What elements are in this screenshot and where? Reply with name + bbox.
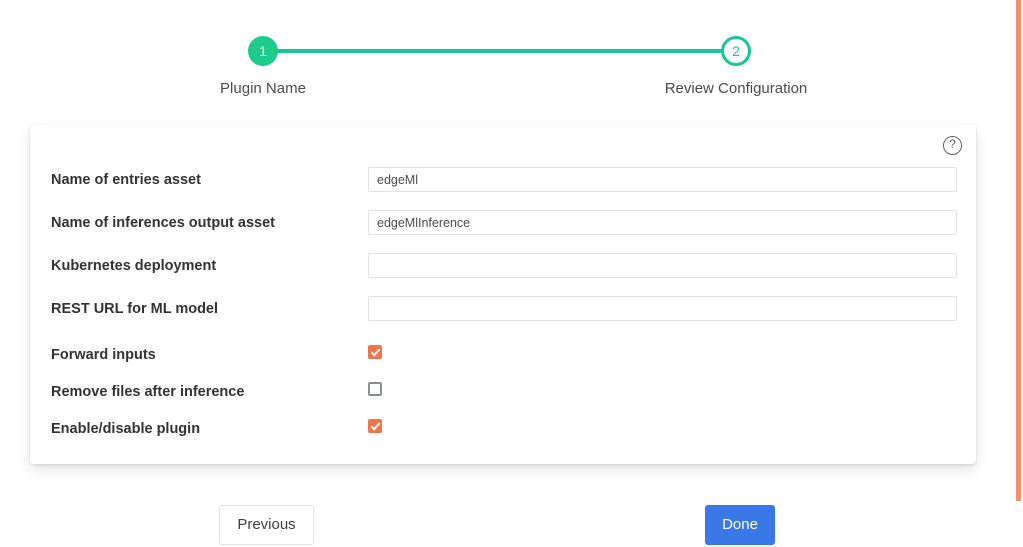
stepper-step-review-configuration[interactable]: 2 Review Configuration bbox=[656, 36, 816, 97]
stepper-step-plugin-name[interactable]: 1 Plugin Name bbox=[183, 36, 343, 97]
field-inferences-output-asset bbox=[368, 210, 957, 235]
previous-button[interactable]: Previous bbox=[219, 505, 314, 545]
field-kubernetes-deployment bbox=[368, 253, 957, 278]
stepper-step-1-label: Plugin Name bbox=[183, 80, 343, 97]
label-enable-disable-plugin: Enable/disable plugin bbox=[51, 421, 200, 437]
form-row-rest-url: REST URL for ML model bbox=[30, 287, 976, 330]
checkbox-enable-disable-plugin[interactable] bbox=[368, 419, 382, 433]
input-rest-url[interactable] bbox=[368, 296, 957, 321]
stepper-step-2-circle[interactable]: 2 bbox=[721, 36, 751, 66]
configuration-card: ? Name of entries asset Name of inferenc… bbox=[30, 125, 976, 464]
form-row-enable-disable-plugin: Enable/disable plugin bbox=[30, 407, 976, 450]
label-rest-url: REST URL for ML model bbox=[51, 301, 218, 317]
form-row-kubernetes-deployment: Kubernetes deployment bbox=[30, 244, 976, 287]
form-row-inferences-output-asset: Name of inferences output asset bbox=[30, 201, 976, 244]
input-entries-asset[interactable] bbox=[368, 167, 957, 192]
field-forward-inputs bbox=[368, 345, 957, 364]
label-kubernetes-deployment: Kubernetes deployment bbox=[51, 258, 216, 274]
field-enable-disable-plugin bbox=[368, 419, 957, 438]
input-inferences-output-asset[interactable] bbox=[368, 210, 957, 235]
page-scrollbar-thumb[interactable] bbox=[1016, 0, 1021, 501]
field-remove-files-after-inference bbox=[368, 382, 957, 401]
help-icon[interactable]: ? bbox=[943, 136, 962, 155]
checkbox-remove-files-after-inference[interactable] bbox=[368, 382, 382, 396]
field-rest-url bbox=[368, 296, 957, 321]
form-row-entries-asset: Name of entries asset bbox=[30, 158, 976, 201]
input-kubernetes-deployment[interactable] bbox=[368, 253, 957, 278]
label-forward-inputs: Forward inputs bbox=[51, 347, 156, 363]
checkbox-forward-inputs[interactable] bbox=[368, 345, 382, 359]
wizard-footer: Previous Done bbox=[0, 505, 1000, 547]
stepper-step-2-label: Review Configuration bbox=[656, 80, 816, 97]
label-entries-asset: Name of entries asset bbox=[51, 172, 201, 188]
done-button[interactable]: Done bbox=[705, 505, 775, 545]
label-inferences-output-asset: Name of inferences output asset bbox=[51, 215, 275, 231]
field-entries-asset bbox=[368, 167, 957, 192]
wizard-stepper: 1 Plugin Name 2 Review Configuration bbox=[0, 0, 1000, 110]
stepper-step-1-circle[interactable]: 1 bbox=[248, 36, 278, 66]
page-scrollbar-track[interactable] bbox=[1014, 0, 1023, 545]
label-remove-files-after-inference: Remove files after inference bbox=[51, 384, 244, 400]
